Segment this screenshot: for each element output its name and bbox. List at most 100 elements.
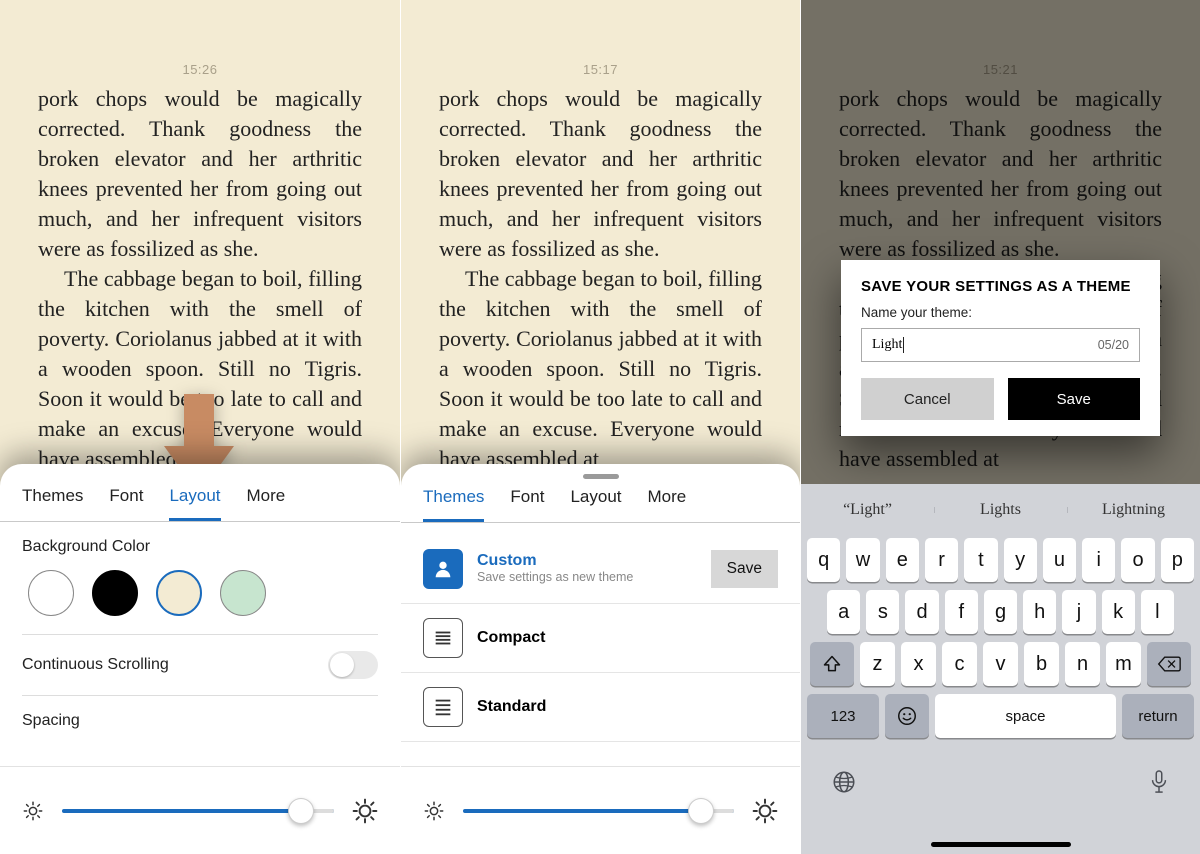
key-w[interactable]: w xyxy=(846,538,879,582)
key-x[interactable]: x xyxy=(901,642,936,686)
suggestion-2[interactable]: Lightning xyxy=(1067,501,1200,519)
suggestion-0[interactable]: “Light” xyxy=(801,501,934,519)
continuous-scrolling-toggle[interactable] xyxy=(328,651,378,679)
settings-sheet: Themes Font Layout More Background Color… xyxy=(0,464,400,854)
sheet-grabber[interactable] xyxy=(583,474,619,479)
key-row-4: 123 space return xyxy=(807,694,1194,738)
spacing-row: Spacing xyxy=(0,696,400,746)
key-v[interactable]: v xyxy=(983,642,1018,686)
book-text: pork chops would be magically corrected.… xyxy=(439,84,762,474)
key-f[interactable]: f xyxy=(945,590,978,634)
globe-icon xyxy=(831,769,857,795)
brightness-low-icon xyxy=(22,800,44,822)
key-j[interactable]: j xyxy=(1062,590,1095,634)
home-indicator[interactable] xyxy=(931,842,1071,847)
key-return[interactable]: return xyxy=(1122,694,1194,738)
brightness-bar xyxy=(401,766,800,854)
status-time: 15:26 xyxy=(0,62,400,77)
key-e[interactable]: e xyxy=(886,538,919,582)
key-a[interactable]: a xyxy=(827,590,860,634)
save-theme-modal: SAVE YOUR SETTINGS AS A THEME Name your … xyxy=(841,260,1160,436)
tab-more[interactable]: More xyxy=(648,487,687,522)
tab-font[interactable]: Font xyxy=(510,487,544,522)
key-z[interactable]: z xyxy=(860,642,895,686)
tab-layout[interactable]: Layout xyxy=(570,487,621,522)
key-l[interactable]: l xyxy=(1141,590,1174,634)
swatch-green[interactable] xyxy=(220,570,266,616)
key-123[interactable]: 123 xyxy=(807,694,879,738)
key-y[interactable]: y xyxy=(1004,538,1037,582)
tab-font[interactable]: Font xyxy=(109,486,143,521)
tab-themes[interactable]: Themes xyxy=(22,486,83,521)
save-theme-button[interactable]: Save xyxy=(711,550,778,588)
theme-custom-title: Custom xyxy=(477,552,633,570)
screen-save-modal: 15:21 pork chops would be magically corr… xyxy=(800,0,1200,854)
key-p[interactable]: p xyxy=(1161,538,1194,582)
bg-swatches xyxy=(0,566,400,634)
key-s[interactable]: s xyxy=(866,590,899,634)
tab-themes[interactable]: Themes xyxy=(423,487,484,522)
key-row-1: q w e r t y u i o p xyxy=(807,538,1194,582)
settings-sheet: Themes Font Layout More Custom Save sett… xyxy=(401,464,800,854)
status-time: 15:17 xyxy=(401,62,800,77)
key-g[interactable]: g xyxy=(984,590,1017,634)
text-lines-icon xyxy=(423,687,463,727)
key-b[interactable]: b xyxy=(1024,642,1059,686)
key-space[interactable]: space xyxy=(935,694,1116,738)
key-row-3: z x c v b n m xyxy=(807,642,1194,686)
theme-standard[interactable]: Standard xyxy=(401,673,800,742)
key-d[interactable]: d xyxy=(905,590,938,634)
theme-custom-subtitle: Save settings as new theme xyxy=(477,570,633,586)
brightness-slider[interactable] xyxy=(463,796,734,826)
text-cursor-icon xyxy=(903,337,904,353)
tab-layout[interactable]: Layout xyxy=(169,486,220,521)
key-i[interactable]: i xyxy=(1082,538,1115,582)
key-t[interactable]: t xyxy=(964,538,997,582)
save-button[interactable]: Save xyxy=(1008,378,1141,420)
emoji-icon xyxy=(896,705,918,727)
brightness-high-icon xyxy=(352,798,378,824)
key-n[interactable]: n xyxy=(1065,642,1100,686)
suggestion-1[interactable]: Lights xyxy=(934,501,1067,519)
key-m[interactable]: m xyxy=(1106,642,1141,686)
microphone-icon xyxy=(1148,769,1170,795)
cancel-button[interactable]: Cancel xyxy=(861,378,994,420)
brightness-high-icon xyxy=(752,798,778,824)
key-q[interactable]: q xyxy=(807,538,840,582)
key-row-5 xyxy=(807,746,1194,804)
text-lines-icon xyxy=(423,618,463,658)
swatch-sepia[interactable] xyxy=(156,570,202,616)
tab-more[interactable]: More xyxy=(247,486,286,521)
key-k[interactable]: k xyxy=(1102,590,1135,634)
keyboard-suggestions: “Light” Lights Lightning xyxy=(801,490,1200,530)
key-o[interactable]: o xyxy=(1121,538,1154,582)
backspace-icon xyxy=(1157,654,1181,674)
key-u[interactable]: u xyxy=(1043,538,1076,582)
key-emoji[interactable] xyxy=(885,694,929,738)
screen-layout: 15:26 pork chops would be magically corr… xyxy=(0,0,400,854)
theme-custom[interactable]: Custom Save settings as new theme Save xyxy=(401,535,800,604)
key-r[interactable]: r xyxy=(925,538,958,582)
background-color-label: Background Color xyxy=(0,522,400,566)
key-globe[interactable] xyxy=(831,760,857,804)
brightness-slider[interactable] xyxy=(62,796,334,826)
continuous-scrolling-row: Continuous Scrolling xyxy=(0,635,400,695)
brightness-low-icon xyxy=(423,800,445,822)
char-counter: 05/20 xyxy=(1098,338,1129,352)
key-c[interactable]: c xyxy=(942,642,977,686)
modal-title: SAVE YOUR SETTINGS AS A THEME xyxy=(861,278,1140,295)
key-h[interactable]: h xyxy=(1023,590,1056,634)
ios-keyboard: “Light” Lights Lightning q w e r t y u i… xyxy=(801,484,1200,854)
key-shift[interactable] xyxy=(810,642,854,686)
person-icon xyxy=(423,549,463,589)
key-backspace[interactable] xyxy=(1147,642,1191,686)
swatch-white[interactable] xyxy=(28,570,74,616)
key-dictation[interactable] xyxy=(1148,760,1170,804)
settings-tabs: Themes Font Layout More xyxy=(0,464,400,522)
theme-name-field[interactable]: Light 05/20 xyxy=(861,328,1140,362)
settings-tabs: Themes Font Layout More xyxy=(401,483,800,523)
modal-subtitle: Name your theme: xyxy=(861,305,1140,320)
shift-icon xyxy=(822,654,842,674)
swatch-black[interactable] xyxy=(92,570,138,616)
theme-compact[interactable]: Compact xyxy=(401,604,800,673)
